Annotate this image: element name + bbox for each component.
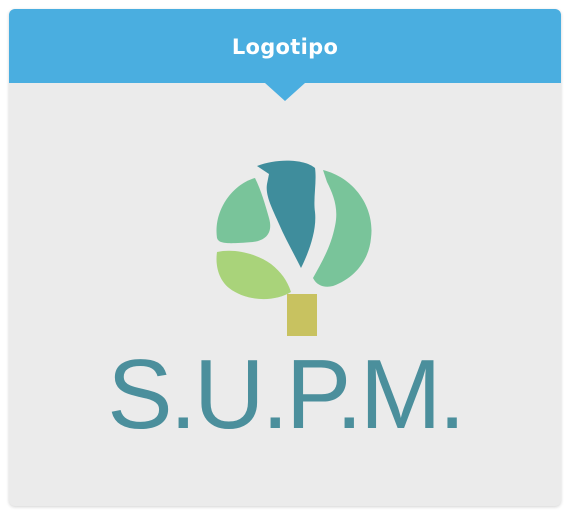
logo: S.U.P.M.: [9, 9, 561, 506]
logo-card: Logotipo S.U.P.M.: [9, 9, 561, 506]
tree-logo-icon: [216, 160, 372, 336]
logo-wordmark: S.U.P.M.: [107, 339, 465, 449]
